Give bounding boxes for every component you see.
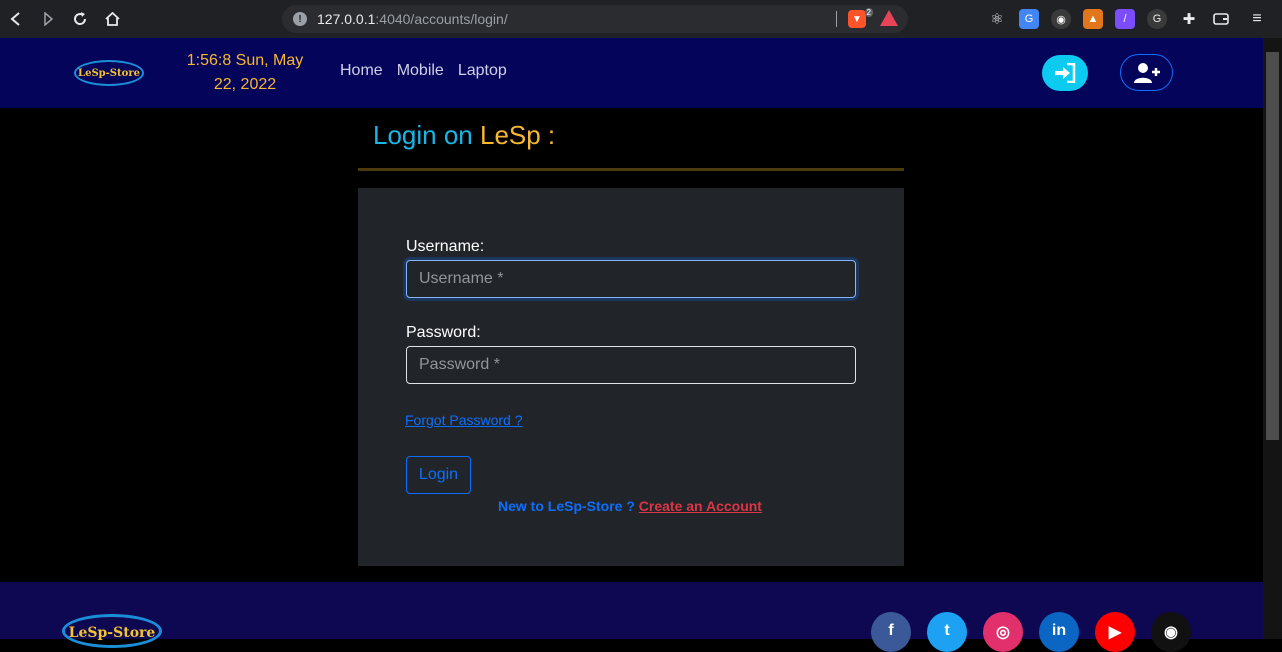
back-icon[interactable] — [0, 0, 32, 38]
nav-link-mobile[interactable]: Mobile — [397, 62, 444, 80]
instagram-icon[interactable]: ◎ — [983, 612, 1023, 652]
urlbar-divider — [836, 11, 837, 27]
url-text: 127.0.0.1:4040/accounts/login/ — [317, 11, 508, 27]
clock-line-2: 22, 2022 — [213, 76, 277, 93]
forgot-password-link[interactable]: Forgot Password ? — [405, 412, 523, 428]
brave-rewards-icon[interactable] — [880, 10, 898, 26]
user-plus-icon — [1133, 62, 1160, 83]
page-title: Login on LeSp : — [373, 120, 556, 150]
footer-logo[interactable]: LeSp-Store — [62, 614, 162, 648]
youtube-icon[interactable]: ▶ — [1095, 612, 1135, 652]
site-info-icon[interactable]: ! — [293, 12, 307, 26]
username-input[interactable] — [406, 260, 856, 298]
clock-display: 1:56:8 Sun, May 22, 2022 — [180, 49, 310, 97]
register-nav-button[interactable] — [1120, 54, 1173, 91]
password-input[interactable] — [406, 346, 856, 384]
github-icon[interactable]: ◉ — [1151, 612, 1191, 652]
facebook-icon[interactable]: f — [871, 612, 911, 652]
title-divider — [358, 168, 904, 171]
wallet-icon[interactable] — [1211, 9, 1231, 29]
create-account-link[interactable]: Create an Account — [639, 498, 762, 514]
address-bar[interactable]: ! 127.0.0.1:4040/accounts/login/ ▼ 2 — [282, 5, 908, 33]
metamask-icon[interactable]: ▲ — [1083, 9, 1103, 29]
vue-extension-icon[interactable]: / — [1115, 9, 1135, 29]
login-nav-button[interactable] — [1042, 55, 1088, 91]
brave-shield-icon[interactable]: ▼ 2 — [848, 8, 873, 28]
react-devtools-icon[interactable]: ⚛ — [987, 9, 1007, 29]
password-label: Password: — [406, 324, 481, 341]
reload-icon[interactable] — [64, 0, 96, 38]
menu-icon[interactable]: ≡ — [1247, 9, 1267, 29]
extensions-puzzle-icon[interactable]: ✚ — [1179, 9, 1199, 29]
spy-extension-icon[interactable]: ◉ — [1051, 9, 1071, 29]
google-translate-icon[interactable]: G — [1019, 9, 1039, 29]
twitter-icon[interactable]: t — [927, 612, 967, 652]
sign-in-icon — [1055, 63, 1076, 83]
home-icon[interactable] — [96, 0, 128, 38]
clock-line-1: 1:56:8 Sun, May — [186, 52, 304, 69]
username-label: Username: — [406, 238, 485, 255]
site-logo[interactable]: LeSp-Store — [74, 60, 144, 86]
scrollbar-thumb[interactable] — [1266, 52, 1279, 440]
nav-link-laptop[interactable]: Laptop — [458, 62, 507, 80]
grammarly-icon[interactable]: G — [1147, 9, 1167, 29]
nav-links: Home Mobile Laptop — [340, 62, 507, 80]
linkedin-icon[interactable]: in — [1039, 612, 1079, 652]
nav-link-home[interactable]: Home — [340, 62, 383, 80]
page-scrollbar[interactable] — [1263, 38, 1282, 639]
forward-icon[interactable] — [32, 0, 64, 38]
login-submit-button[interactable]: Login — [406, 456, 471, 494]
signup-prompt: New to LeSp-Store ? Create an Account — [498, 498, 762, 514]
